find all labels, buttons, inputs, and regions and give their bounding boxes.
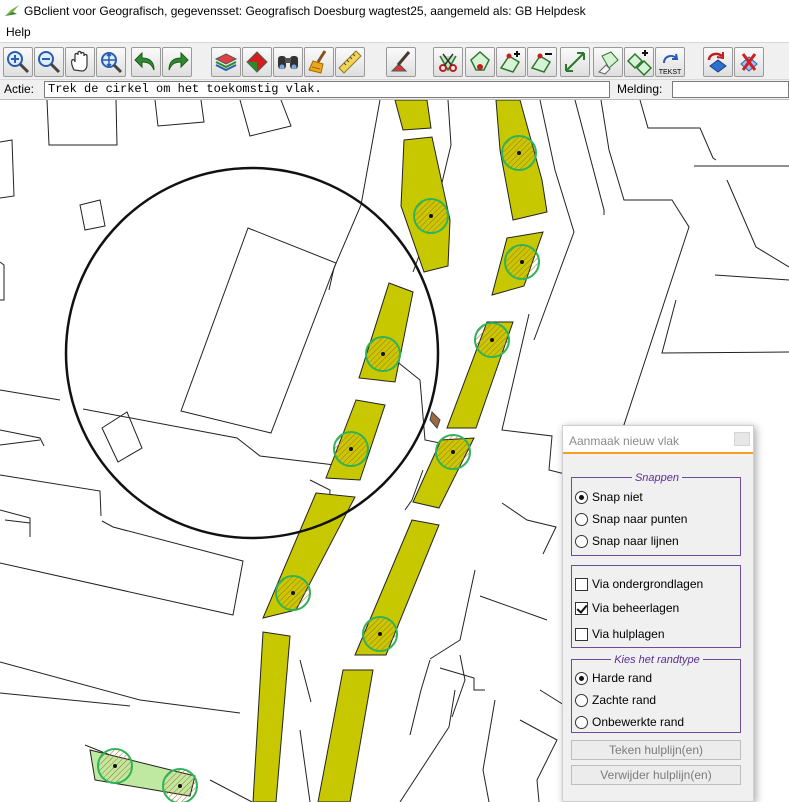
text-button[interactable]: TEKST	[655, 47, 685, 77]
edit-tool-icon	[390, 51, 411, 72]
harde-rand-radio[interactable]	[575, 671, 588, 685]
add-polygon-button[interactable]	[624, 47, 654, 77]
snap-naar-lijnen-option[interactable]: Snap naar lijnen	[575, 532, 679, 550]
cut-icon	[439, 53, 457, 72]
binoculars-icon	[278, 56, 298, 70]
redo-arrow-icon	[168, 51, 189, 71]
move-line-icon	[565, 52, 585, 72]
melding-field[interactable]	[672, 81, 789, 98]
actie-label: Actie:	[4, 82, 35, 96]
onbewerkte-rand-option[interactable]: Onbewerkte rand	[575, 713, 684, 731]
via-ondergrondlagen-option[interactable]: Via ondergrondlagen	[575, 575, 703, 593]
undo-red-icon	[707, 52, 727, 73]
title-bar: GBclient voor Geografisch, gegevensset: …	[0, 0, 789, 22]
zoom-out-icon	[38, 51, 61, 74]
window-title: GBclient voor Geografisch, gegevensset: …	[24, 4, 586, 18]
remove-vertex-button[interactable]	[527, 47, 557, 77]
layers-icon	[214, 53, 238, 72]
clear-button[interactable]	[304, 47, 334, 77]
harde-rand-option[interactable]: Harde rand	[575, 669, 652, 687]
zoom-in-button[interactable]	[3, 47, 33, 77]
road-strips	[89, 99, 548, 802]
pan-hand-icon	[71, 50, 88, 72]
layers-button[interactable]	[211, 47, 241, 77]
svg-text:TEKST: TEKST	[659, 69, 682, 76]
panel-title-bar: Aanmaak nieuw vlak	[563, 426, 753, 454]
via-beheerlagen-checkbox[interactable]	[575, 601, 588, 615]
snap-naar-lijnen-radio[interactable]	[575, 534, 588, 548]
undo-button[interactable]	[131, 47, 161, 77]
undo-red-button[interactable]	[703, 47, 733, 77]
broom-icon	[308, 50, 327, 74]
cut-button[interactable]	[433, 47, 463, 77]
zoom-extent-icon	[101, 52, 123, 74]
onbewerkte-rand-radio[interactable]	[575, 715, 588, 729]
melding-label: Melding:	[617, 82, 663, 96]
via-hulplagen-option[interactable]: Via hulplagen	[575, 625, 665, 643]
actie-field[interactable]: Trek de cirkel om het toekomstig vlak.	[44, 81, 610, 98]
eraser-icon	[598, 51, 619, 75]
move-line-button[interactable]	[560, 47, 590, 77]
select-point-icon	[470, 50, 490, 71]
panel-title: Aanmaak nieuw vlak	[569, 434, 680, 448]
snap-naar-punten-radio[interactable]	[575, 512, 588, 526]
remove-vertex-icon	[530, 53, 552, 73]
snappen-legend: Snappen	[572, 470, 742, 484]
search-button[interactable]	[273, 47, 303, 77]
select-point-button[interactable]	[465, 47, 495, 77]
cursor-icon	[429, 411, 441, 429]
snap-niet-option[interactable]: Snap niet	[575, 488, 643, 506]
randtype-group: Kies het randtype Harde rand Zachte rand…	[571, 654, 741, 733]
via-hulplagen-checkbox[interactable]	[575, 627, 588, 641]
polygon-button[interactable]	[242, 47, 272, 77]
tree-markers	[97, 135, 540, 802]
toolbar: TEKST	[0, 42, 789, 80]
add-vertex-icon	[499, 51, 521, 73]
app-logo-icon	[5, 5, 19, 16]
aanmaak-nieuw-vlak-panel: Aanmaak nieuw vlak Snappen Snap niet Sna…	[562, 425, 754, 802]
action-bar: Actie: Trek de cirkel om het toekomstig …	[0, 80, 789, 100]
red-polygon-icon	[246, 51, 268, 73]
pan-button[interactable]	[65, 47, 95, 77]
zachte-rand-option[interactable]: Zachte rand	[575, 691, 656, 709]
snappen-group: Snappen Snap niet Snap naar punten Snap …	[571, 472, 741, 556]
zoom-in-icon	[7, 51, 30, 74]
via-ondergrondlagen-checkbox[interactable]	[575, 577, 588, 591]
randtype-legend: Kies het randtype	[572, 652, 742, 666]
snap-niet-radio[interactable]	[575, 490, 588, 504]
delete-button[interactable]	[734, 47, 764, 77]
menu-help[interactable]: Help	[0, 25, 37, 39]
layers-group: Via ondergrondlagen Via beheerlagen Via …	[571, 565, 741, 648]
edit-button[interactable]	[386, 47, 416, 77]
add-vertex-button[interactable]	[496, 47, 526, 77]
add-polygon-icon	[626, 50, 653, 76]
zoom-out-button[interactable]	[34, 47, 64, 77]
zachte-rand-radio[interactable]	[575, 693, 588, 707]
measure-button[interactable]	[335, 47, 365, 77]
snap-naar-punten-option[interactable]: Snap naar punten	[575, 510, 687, 528]
teken-hulplijn-button[interactable]: Teken hulplijn(en)	[571, 740, 741, 760]
via-beheerlagen-option[interactable]: Via beheerlagen	[575, 599, 679, 617]
delete-icon	[740, 53, 758, 72]
panel-close-button[interactable]	[734, 432, 750, 446]
undo-arrow-icon	[134, 51, 155, 71]
verwijder-hulplijn-button[interactable]: Verwijder hulplijn(en)	[571, 765, 741, 785]
redo-button[interactable]	[162, 47, 192, 77]
ruler-icon	[338, 50, 362, 74]
eraser-button[interactable]	[593, 47, 623, 77]
menu-bar: Help	[0, 22, 789, 42]
text-icon: TEKST	[659, 53, 682, 76]
zoom-extent-button[interactable]	[96, 47, 126, 77]
